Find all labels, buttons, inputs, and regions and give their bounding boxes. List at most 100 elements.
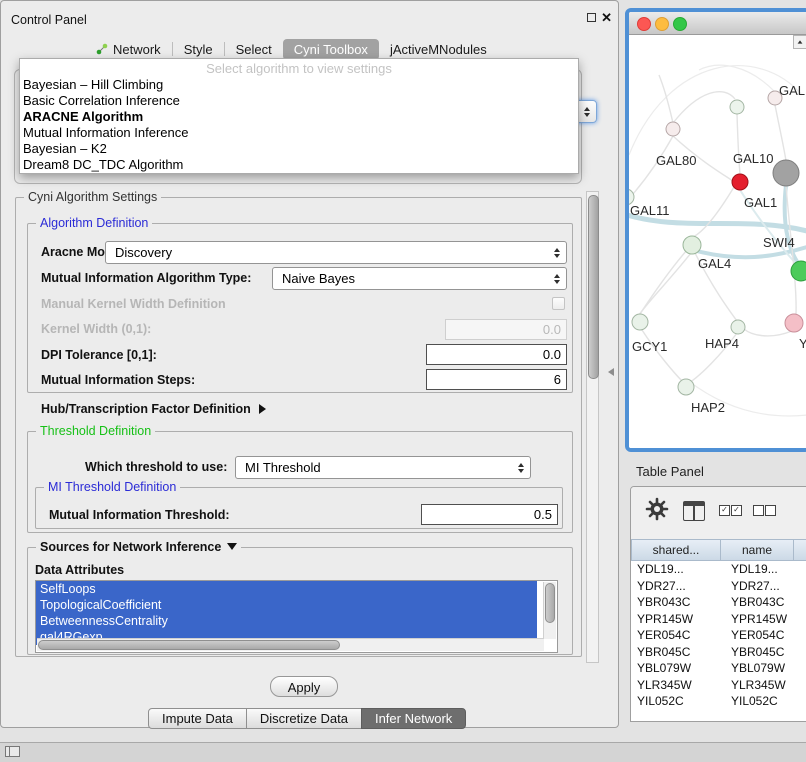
tab-discretize-data[interactable]: Discretize Data (246, 708, 362, 729)
column-header-shared-name[interactable]: shared... (631, 539, 721, 561)
table-row[interactable]: YIL052CYIL052C (631, 693, 806, 710)
combo-arrows-icon (554, 274, 560, 284)
hub-definition-toggle[interactable]: Hub/Transcription Factor Definition (41, 402, 266, 416)
dpi-tolerance-input[interactable] (426, 344, 567, 365)
tab-style[interactable]: Style (173, 39, 224, 60)
panel-dock-icon[interactable] (5, 746, 20, 757)
table-cell: YLR345W (631, 677, 725, 694)
apply-button[interactable]: Apply (270, 676, 338, 697)
hub-definition-label: Hub/Transcription Factor Definition (41, 402, 251, 416)
table-row[interactable]: YER054CYER054C8. (631, 627, 806, 644)
graph-node-pale-1[interactable] (666, 122, 680, 136)
mi-algorithm-type-select[interactable]: Naive Bayes (272, 267, 567, 290)
graph-node-gal10[interactable] (732, 174, 748, 190)
mi-threshold-input[interactable] (421, 504, 558, 525)
algorithm-option[interactable]: ARACNE Algorithm (20, 109, 578, 125)
table-row[interactable]: YBR043CYBR043C (631, 594, 806, 611)
table-row[interactable]: YLR345WYLR345W9. (631, 677, 806, 694)
table-row[interactable]: YBR045CYBR045C9. (631, 644, 806, 661)
panel-splitter-arrow[interactable] (608, 368, 614, 376)
table-cell: YBR045C (631, 644, 725, 661)
column-selector-icon[interactable] (683, 501, 705, 521)
settings-scrollbar-thumb[interactable] (588, 195, 599, 379)
combo-arrows-icon (518, 463, 524, 473)
tab-label: Style (184, 42, 213, 57)
manual-kernel-checkbox[interactable] (552, 297, 565, 310)
control-panel-title: Control Panel (11, 13, 87, 27)
table-row[interactable]: YPR145WYPR145W9. (631, 611, 806, 628)
tab-impute-data[interactable]: Impute Data (148, 708, 247, 729)
node-label: GCY1 (632, 339, 667, 354)
zoom-traffic-light[interactable] (673, 17, 687, 31)
tab-infer-network[interactable]: Infer Network (361, 708, 466, 729)
algorithm-option[interactable]: Bayesian – Hill Climbing (20, 77, 578, 93)
settings-scrollbar[interactable] (586, 191, 599, 663)
group-title: Cyni Algorithm Settings (24, 190, 161, 204)
algorithm-option[interactable]: Basic Correlation Inference (20, 93, 578, 109)
column-header-name[interactable]: name (721, 539, 794, 561)
node-label: SWI4 (763, 235, 795, 250)
combo-arrows-icon (584, 107, 590, 117)
column-header-cut[interactable] (794, 539, 806, 561)
deselect-all-check-icon[interactable] (753, 505, 764, 516)
attribute-list-item[interactable]: TopologicalCoefficient (36, 597, 537, 613)
tab-jactivemnodules[interactable]: jActiveMNodules (379, 39, 498, 60)
sources-toggle[interactable]: Sources for Network Inference (36, 540, 241, 554)
network-window-titlebar[interactable] (629, 12, 806, 35)
table-panel-window: ✓ ✓ shared... name YDL19...YDL19...13YDR… (630, 486, 806, 722)
node-label: HAP4 (705, 336, 739, 351)
network-graph: GALGAL80GAL10GAL11GAL1SWI4GAL4GCY1HAP4HA… (629, 35, 806, 448)
canvas-scroll-arrow[interactable] (793, 35, 806, 49)
table-row[interactable]: YDL19...YDL19...13 (631, 561, 806, 578)
table-cell: YIL052C (725, 693, 803, 710)
graph-node-green-1[interactable] (791, 261, 806, 281)
tab-network[interactable]: Network (85, 39, 172, 60)
list-vertical-scrollbar[interactable] (543, 582, 556, 639)
graph-node-pale-2[interactable] (730, 100, 744, 114)
control-panel-window: Control Panel ✕ Network Style Select Cyn… (0, 0, 619, 728)
graph-node-pale-6[interactable] (678, 379, 694, 395)
select-all-check-icon[interactable]: ✓ (731, 505, 742, 516)
table-row[interactable]: YDR27...YDR27...12 (631, 578, 806, 595)
settings-gear-icon[interactable] (645, 497, 669, 524)
algorithm-option[interactable]: Dream8 DC_TDC Algorithm (20, 157, 578, 173)
kernel-width-input[interactable] (445, 319, 567, 340)
network-canvas[interactable]: GALGAL80GAL10GAL11GAL1SWI4GAL4GCY1HAP4HA… (629, 35, 806, 448)
graph-node-hub[interactable] (773, 160, 799, 186)
mi-steps-input[interactable] (426, 369, 567, 390)
close-traffic-light[interactable] (637, 17, 651, 31)
combo-arrows-icon (554, 248, 560, 258)
list-horizontal-scrollbar[interactable] (37, 638, 544, 651)
graph-node-pale-5[interactable] (731, 320, 745, 334)
node-label: GAL11 (630, 203, 670, 218)
attribute-list-item[interactable]: BetweennessCentrality (36, 613, 537, 629)
graph-node-gal4[interactable] (683, 236, 701, 254)
select-all-check-icon[interactable]: ✓ (719, 505, 730, 516)
mi-type-label: Mutual Information Algorithm Type: (41, 271, 251, 285)
combo-value: Discovery (115, 245, 172, 260)
attribute-list-item[interactable]: SelfLoops (36, 581, 537, 597)
algorithm-option[interactable]: Bayesian – K2 (20, 141, 578, 157)
table-cell: YBR045C (725, 644, 803, 661)
expand-right-icon (259, 404, 266, 414)
table-cell: YLR345W (725, 677, 803, 694)
float-window-icon[interactable] (587, 13, 596, 22)
algorithm-popup-list: Bayesian – Hill ClimbingBasic Correlatio… (20, 77, 578, 173)
deselect-all-check-icon[interactable] (765, 505, 776, 516)
table-row[interactable]: YBL079WYBL079W (631, 660, 806, 677)
which-threshold-select[interactable]: MI Threshold (235, 456, 531, 479)
table-cell: YBL079W (631, 660, 725, 677)
minimize-traffic-light[interactable] (655, 17, 669, 31)
popup-placeholder: Select algorithm to view settings (20, 61, 578, 77)
table-toolbar: ✓ ✓ (631, 487, 806, 539)
algorithm-option[interactable]: Mutual Information Inference (20, 125, 578, 141)
tab-cyni-toolbox[interactable]: Cyni Toolbox (283, 39, 379, 60)
graph-node-pink-1[interactable] (785, 314, 803, 332)
node-label: GAL10 (733, 151, 773, 166)
graph-node-pale-4[interactable] (632, 314, 648, 330)
aracne-mode-select[interactable]: Discovery (105, 241, 567, 264)
tab-select[interactable]: Select (225, 39, 283, 60)
close-icon[interactable]: ✕ (601, 10, 612, 26)
which-threshold-label: Which threshold to use: (85, 460, 227, 474)
scroll-up-icon (798, 40, 803, 43)
